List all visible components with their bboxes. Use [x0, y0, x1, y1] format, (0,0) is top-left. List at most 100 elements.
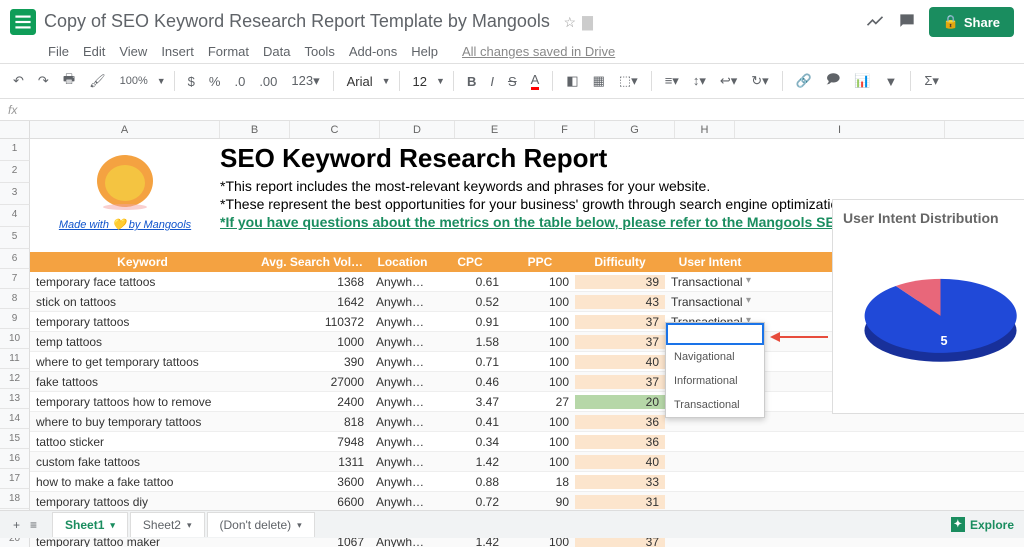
- select-all-corner[interactable]: [0, 121, 30, 139]
- cell[interactable]: Anywhere: [370, 495, 435, 509]
- cell[interactable]: 37: [575, 375, 665, 389]
- col-header-A[interactable]: A: [30, 121, 220, 138]
- percent-icon[interactable]: %: [204, 71, 226, 92]
- cell[interactable]: fake tattoos: [30, 375, 255, 389]
- col-header-B[interactable]: B: [220, 121, 290, 138]
- col-header-D[interactable]: D: [380, 121, 455, 138]
- menu-tools[interactable]: Tools: [304, 44, 334, 59]
- text-color-icon[interactable]: A: [526, 69, 545, 93]
- row-header-13[interactable]: 13: [0, 389, 30, 409]
- format-123-icon[interactable]: 123▾: [286, 70, 324, 92]
- rotate-icon[interactable]: ↻▾: [746, 70, 773, 92]
- row-header-8[interactable]: 8: [0, 289, 30, 309]
- bold-icon[interactable]: B: [462, 71, 481, 92]
- cell[interactable]: 0.88: [435, 475, 505, 489]
- cell[interactable]: 390: [255, 355, 370, 369]
- halign-icon[interactable]: ≡▾: [660, 70, 684, 92]
- cell[interactable]: 31: [575, 495, 665, 509]
- cell[interactable]: 100: [505, 455, 575, 469]
- row-header-16[interactable]: 16: [0, 449, 30, 469]
- row-header-15[interactable]: 15: [0, 429, 30, 449]
- cell[interactable]: Anywhere: [370, 355, 435, 369]
- cell[interactable]: 0.61: [435, 275, 505, 289]
- cell[interactable]: 3.47: [435, 395, 505, 409]
- cell[interactable]: Anywhere: [370, 315, 435, 329]
- row-header-14[interactable]: 14: [0, 409, 30, 429]
- col-header-I[interactable]: I: [735, 121, 945, 138]
- menu-view[interactable]: View: [119, 44, 147, 59]
- row-header-4[interactable]: 4: [0, 205, 30, 227]
- cell[interactable]: Anywhere: [370, 275, 435, 289]
- cell[interactable]: 0.72: [435, 495, 505, 509]
- comment-icon[interactable]: 🗩: [821, 67, 845, 95]
- cell[interactable]: Transactional▾: [665, 275, 755, 289]
- merge-icon[interactable]: ⬚▾: [614, 70, 643, 92]
- intent-dropdown[interactable]: NavigationalInformationalTransactional: [665, 322, 765, 418]
- menu-format[interactable]: Format: [208, 44, 249, 59]
- folder-icon[interactable]: ▇: [582, 14, 593, 31]
- cell[interactable]: 1311: [255, 455, 370, 469]
- col-header-H[interactable]: H: [675, 121, 735, 138]
- font-select[interactable]: Arial: [342, 71, 378, 92]
- cell[interactable]: 100: [505, 295, 575, 309]
- table-row[interactable]: custom fake tattoos1311Anywhere1.4210040…: [30, 452, 1024, 472]
- cell[interactable]: temp tattoos: [30, 335, 255, 349]
- cell[interactable]: temporary face tattoos: [30, 275, 255, 289]
- paint-format-icon[interactable]: 🖌: [84, 70, 111, 92]
- cell[interactable]: 0.71: [435, 355, 505, 369]
- cell[interactable]: Anywhere: [370, 435, 435, 449]
- cell[interactable]: 2400: [255, 395, 370, 409]
- menu-help[interactable]: Help: [411, 44, 438, 59]
- cell[interactable]: 0.34: [435, 435, 505, 449]
- share-button[interactable]: 🔒 Share: [929, 7, 1014, 37]
- cell[interactable]: 37: [575, 315, 665, 329]
- cell[interactable]: 40: [575, 355, 665, 369]
- cell[interactable]: 36: [575, 435, 665, 449]
- cell[interactable]: 1.42: [435, 455, 505, 469]
- table-row[interactable]: how to make a fake tattoo3600Anywhere0.8…: [30, 472, 1024, 492]
- cell[interactable]: 100: [505, 355, 575, 369]
- cell[interactable]: 36: [575, 415, 665, 429]
- chart-icon[interactable]: 📊: [849, 70, 875, 92]
- redo-icon[interactable]: ↷: [33, 70, 54, 92]
- row-header-6[interactable]: 6: [0, 249, 30, 269]
- cell[interactable]: Anywhere: [370, 415, 435, 429]
- currency-icon[interactable]: $: [183, 71, 200, 92]
- cell[interactable]: Anywhere: [370, 295, 435, 309]
- star-icon[interactable]: ☆: [564, 14, 577, 31]
- row-header-5[interactable]: 5: [0, 227, 30, 249]
- cell[interactable]: 1368: [255, 275, 370, 289]
- chevron-down-icon[interactable]: ▾: [187, 520, 192, 531]
- cell[interactable]: 90: [505, 495, 575, 509]
- sheet-tab[interactable]: Sheet2▾: [130, 512, 205, 537]
- explore-button[interactable]: ✦ Explore: [951, 517, 1014, 532]
- cell[interactable]: 100: [505, 275, 575, 289]
- decimal-dec-icon[interactable]: .0: [229, 71, 250, 92]
- dropdown-arrow-icon[interactable]: ▾: [746, 275, 751, 286]
- cell[interactable]: how to make a fake tattoo: [30, 475, 255, 489]
- sheet-tab[interactable]: (Don't delete)▾: [207, 512, 315, 537]
- link-icon[interactable]: 🔗: [791, 70, 817, 92]
- cell[interactable]: 0.41: [435, 415, 505, 429]
- cell[interactable]: 43: [575, 295, 665, 309]
- cell[interactable]: Anywhere: [370, 335, 435, 349]
- cell[interactable]: 27: [505, 395, 575, 409]
- wrap-icon[interactable]: ↩▾: [715, 70, 742, 92]
- cell[interactable]: 27000: [255, 375, 370, 389]
- row-header-12[interactable]: 12: [0, 369, 30, 389]
- cell[interactable]: 1000: [255, 335, 370, 349]
- activity-icon[interactable]: [865, 11, 885, 34]
- cell[interactable]: where to buy temporary tattoos: [30, 415, 255, 429]
- cell[interactable]: 39: [575, 275, 665, 289]
- cell[interactable]: Anywhere: [370, 475, 435, 489]
- cell[interactable]: 40: [575, 455, 665, 469]
- cell[interactable]: tattoo sticker: [30, 435, 255, 449]
- cell[interactable]: temporary tattoos diy: [30, 495, 255, 509]
- cell[interactable]: 1642: [255, 295, 370, 309]
- menu-file[interactable]: File: [48, 44, 69, 59]
- cell[interactable]: temporary tattoos how to remove: [30, 395, 255, 409]
- cell[interactable]: 818: [255, 415, 370, 429]
- cell[interactable]: 100: [505, 315, 575, 329]
- cell[interactable]: 100: [505, 335, 575, 349]
- menu-add-ons[interactable]: Add-ons: [349, 44, 397, 59]
